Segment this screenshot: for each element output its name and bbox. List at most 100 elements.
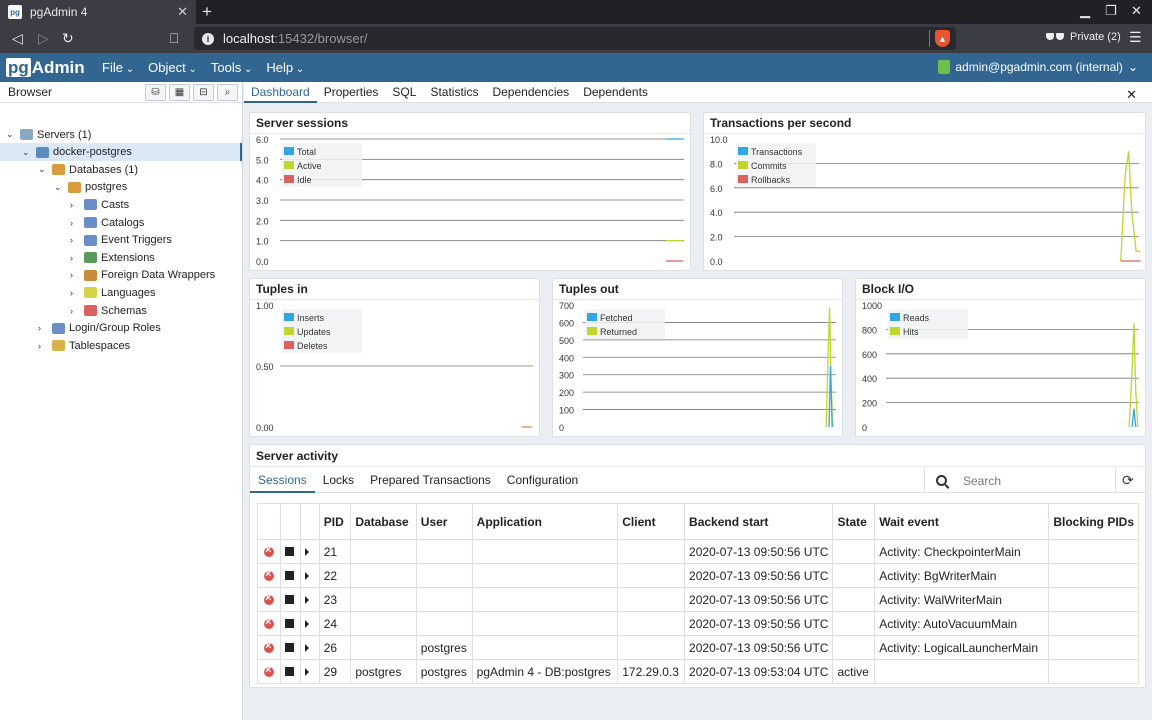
tab-statistics[interactable]: Statistics (423, 82, 485, 103)
catalogs-icon (84, 217, 97, 228)
chevron-right-icon[interactable]: › (38, 341, 48, 351)
tree-node-docker-postgres[interactable]: ⌄ docker-postgres (22, 144, 132, 161)
menu-object[interactable]: Object (148, 60, 197, 75)
tree-node-login-group-roles[interactable]: › Login/Group Roles (38, 320, 161, 337)
y-tick-label: 0.0 (256, 257, 269, 267)
query-tool-icon[interactable]: ⛁ (145, 84, 166, 101)
col-application[interactable]: Application (471, 503, 619, 540)
back-icon[interactable]: ◁ (12, 30, 23, 47)
user-menu[interactable]: admin@pgadmin.com (internal) ⌄ (938, 60, 1138, 74)
terminate-session-icon[interactable] (285, 666, 294, 676)
cancel-query-icon[interactable] (262, 592, 276, 607)
expand-row-icon[interactable] (304, 643, 309, 652)
tree-node-extensions[interactable]: › Extensions (70, 249, 155, 266)
tab-sessions[interactable]: Sessions (250, 468, 315, 493)
browser-tab[interactable]: pg pgAdmin 4 ✕ (0, 0, 196, 24)
terminate-session-icon[interactable] (285, 594, 294, 604)
menu-tools[interactable]: Tools (211, 60, 253, 75)
tree-node-tablespaces[interactable]: › Tablespaces (38, 337, 130, 354)
cancel-query-icon[interactable] (262, 616, 276, 631)
chevron-down-icon[interactable]: ⌄ (22, 147, 32, 158)
tab-locks[interactable]: Locks (315, 468, 362, 493)
tab-dependents[interactable]: Dependents (576, 82, 655, 103)
col-database[interactable]: Database (350, 503, 417, 540)
close-panel-icon[interactable]: ✕ (1119, 85, 1144, 106)
tab-sql[interactable]: SQL (385, 82, 423, 103)
server-sessions-card: Server sessions 6.0 5.0 4.0 3.0 2.0 1.0 0.0 Tot… (249, 112, 691, 271)
expand-row-icon[interactable] (304, 571, 309, 580)
terminate-session-icon[interactable] (285, 618, 294, 628)
chevron-right-icon[interactable]: › (70, 235, 80, 245)
restore-icon[interactable]: ❐ (1105, 3, 1117, 19)
cell-state (832, 611, 876, 636)
col-state[interactable]: State (832, 503, 876, 540)
browser-menu-icon[interactable]: ☰ (1129, 29, 1142, 46)
expand-row-icon[interactable] (304, 595, 309, 604)
col-wait-event[interactable]: Wait event (874, 503, 1050, 540)
tree-node-languages[interactable]: › Languages (70, 284, 155, 301)
tree-node-event-triggers[interactable]: › Event Triggers (70, 232, 172, 249)
cancel-query-icon[interactable] (262, 544, 276, 559)
tree-node-databases-1[interactable]: ⌄ Databases (1) (38, 161, 138, 178)
col-blocking-pids[interactable]: Blocking PIDs (1048, 503, 1139, 540)
expand-row-icon[interactable] (304, 547, 309, 556)
chevron-right-icon[interactable]: › (70, 253, 80, 263)
tab-dashboard[interactable]: Dashboard (244, 82, 317, 103)
tree-node-casts[interactable]: › Casts (70, 196, 129, 213)
pgadmin-logo[interactable]: pg Admin (6, 57, 85, 78)
tab-dependencies[interactable]: Dependencies (485, 82, 576, 103)
tab-properties[interactable]: Properties (317, 82, 386, 103)
menu-help[interactable]: Help (266, 60, 304, 75)
tree-node-foreign-data-wrappers[interactable]: › Foreign Data Wrappers (70, 267, 215, 284)
cancel-query-icon[interactable] (262, 568, 276, 583)
tab-prepared-transactions[interactable]: Prepared Transactions (362, 468, 499, 493)
tree-node-postgres[interactable]: ⌄ postgres (54, 179, 127, 196)
minimize-icon[interactable]: ▁ (1080, 3, 1090, 19)
close-tab-icon[interactable]: ✕ (177, 4, 188, 20)
tree-node-schemas[interactable]: › Schemas (70, 302, 147, 319)
cell-user (415, 539, 473, 564)
terminate-session-icon[interactable] (285, 546, 294, 556)
cancel-query-icon[interactable] (262, 640, 276, 655)
database-icon (68, 181, 81, 193)
private-window-indicator[interactable]: Private (2) (1046, 31, 1121, 43)
col-backend-start[interactable]: Backend start (684, 503, 834, 540)
chevron-down-icon[interactable]: ⌄ (6, 129, 16, 140)
chevron-right-icon[interactable]: › (70, 306, 80, 316)
chevron-right-icon[interactable]: › (70, 218, 80, 228)
terminate-session-icon[interactable] (285, 642, 294, 652)
chevron-down-icon[interactable]: ⌄ (38, 164, 48, 175)
col-pid[interactable]: PID (318, 503, 352, 540)
terminate-session-icon[interactable] (285, 570, 294, 580)
chevron-right-icon[interactable]: › (38, 323, 48, 333)
search-input[interactable] (963, 473, 1103, 488)
y-tick-label: 200 (862, 399, 877, 409)
expand-row-icon[interactable] (304, 619, 309, 628)
col-user[interactable]: User (415, 503, 473, 540)
url-field[interactable]: i localhost:15432/browser/ ▲ (194, 27, 956, 50)
search-objects-icon[interactable]: ⌕ (217, 84, 238, 101)
close-window-icon[interactable]: ✕ (1131, 3, 1142, 19)
brave-shield-icon[interactable]: ▲ (935, 30, 950, 47)
refresh-icon[interactable]: ⟳ (1122, 472, 1134, 489)
tab-configuration[interactable]: Configuration (499, 468, 586, 493)
col-expand (299, 503, 320, 540)
new-tab-icon[interactable]: + (202, 2, 212, 22)
cancel-query-icon[interactable] (262, 664, 276, 679)
forward-icon[interactable]: ▷ (38, 30, 49, 47)
chevron-down-icon[interactable]: ⌄ (54, 182, 64, 193)
site-info-icon[interactable]: i (202, 32, 214, 45)
chevron-right-icon[interactable]: › (70, 200, 80, 210)
chevron-right-icon[interactable]: › (70, 270, 80, 280)
expand-row-icon[interactable] (304, 667, 309, 676)
view-data-icon[interactable]: ▦ (169, 84, 190, 101)
filtered-rows-icon[interactable]: ⊟ (193, 84, 214, 101)
bookmark-icon[interactable]: ⎕ (170, 30, 178, 47)
tree-node-catalogs[interactable]: › Catalogs (70, 214, 144, 231)
reload-icon[interactable]: ↻ (62, 30, 74, 47)
chevron-right-icon[interactable]: › (70, 288, 80, 298)
cell-user: postgres (415, 659, 473, 684)
tree-node-servers-1[interactable]: ⌄ Servers (1) (6, 126, 91, 143)
menu-file[interactable]: File (102, 60, 134, 75)
col-client[interactable]: Client (617, 503, 686, 540)
